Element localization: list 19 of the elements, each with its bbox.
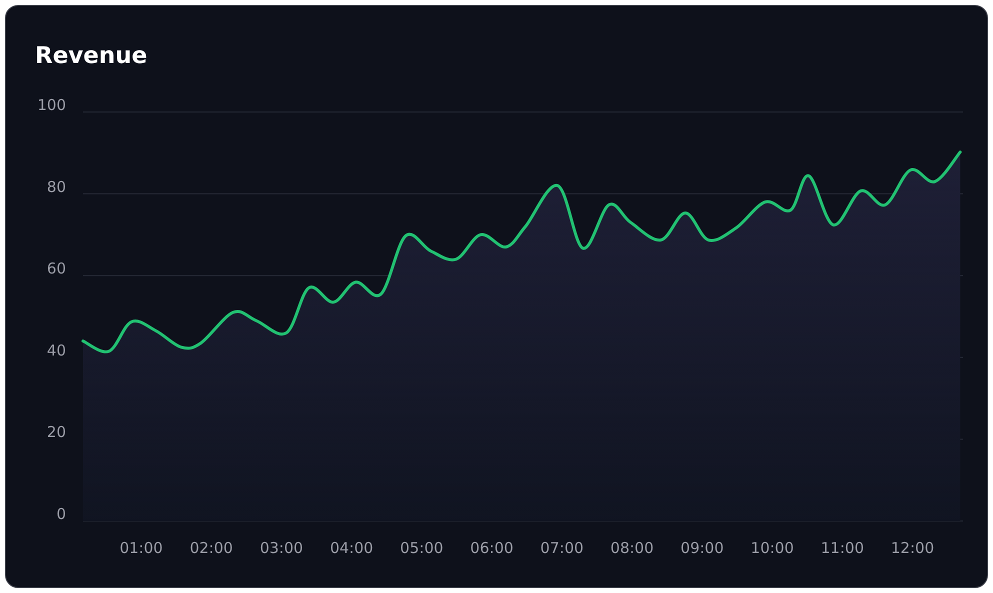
x-axis-label: 08:00 — [610, 539, 654, 557]
x-axis-label: 11:00 — [820, 539, 864, 557]
y-axis-label: 100 — [37, 96, 66, 114]
y-axis-label: 20 — [46, 423, 66, 442]
y-axis-label: 40 — [46, 341, 66, 360]
x-axis-label: 03:00 — [260, 539, 304, 557]
x-axis-label: 06:00 — [470, 539, 514, 557]
x-axis-label: 05:00 — [400, 539, 444, 557]
x-axis-label: 10:00 — [750, 539, 794, 557]
x-axis-label: 12:00 — [890, 539, 934, 557]
y-axis-label: 60 — [46, 260, 66, 278]
y-axis-label: 80 — [46, 178, 66, 196]
x-axis-label: 01:00 — [120, 539, 163, 557]
y-axis-label: 0 — [56, 505, 66, 523]
x-axis-label: 02:00 — [190, 539, 233, 557]
chart-title: Revenue — [34, 42, 148, 71]
x-axis-label: 04:00 — [330, 539, 374, 557]
x-axis-label: 09:00 — [680, 539, 724, 557]
x-axis-label: 07:00 — [540, 539, 584, 557]
